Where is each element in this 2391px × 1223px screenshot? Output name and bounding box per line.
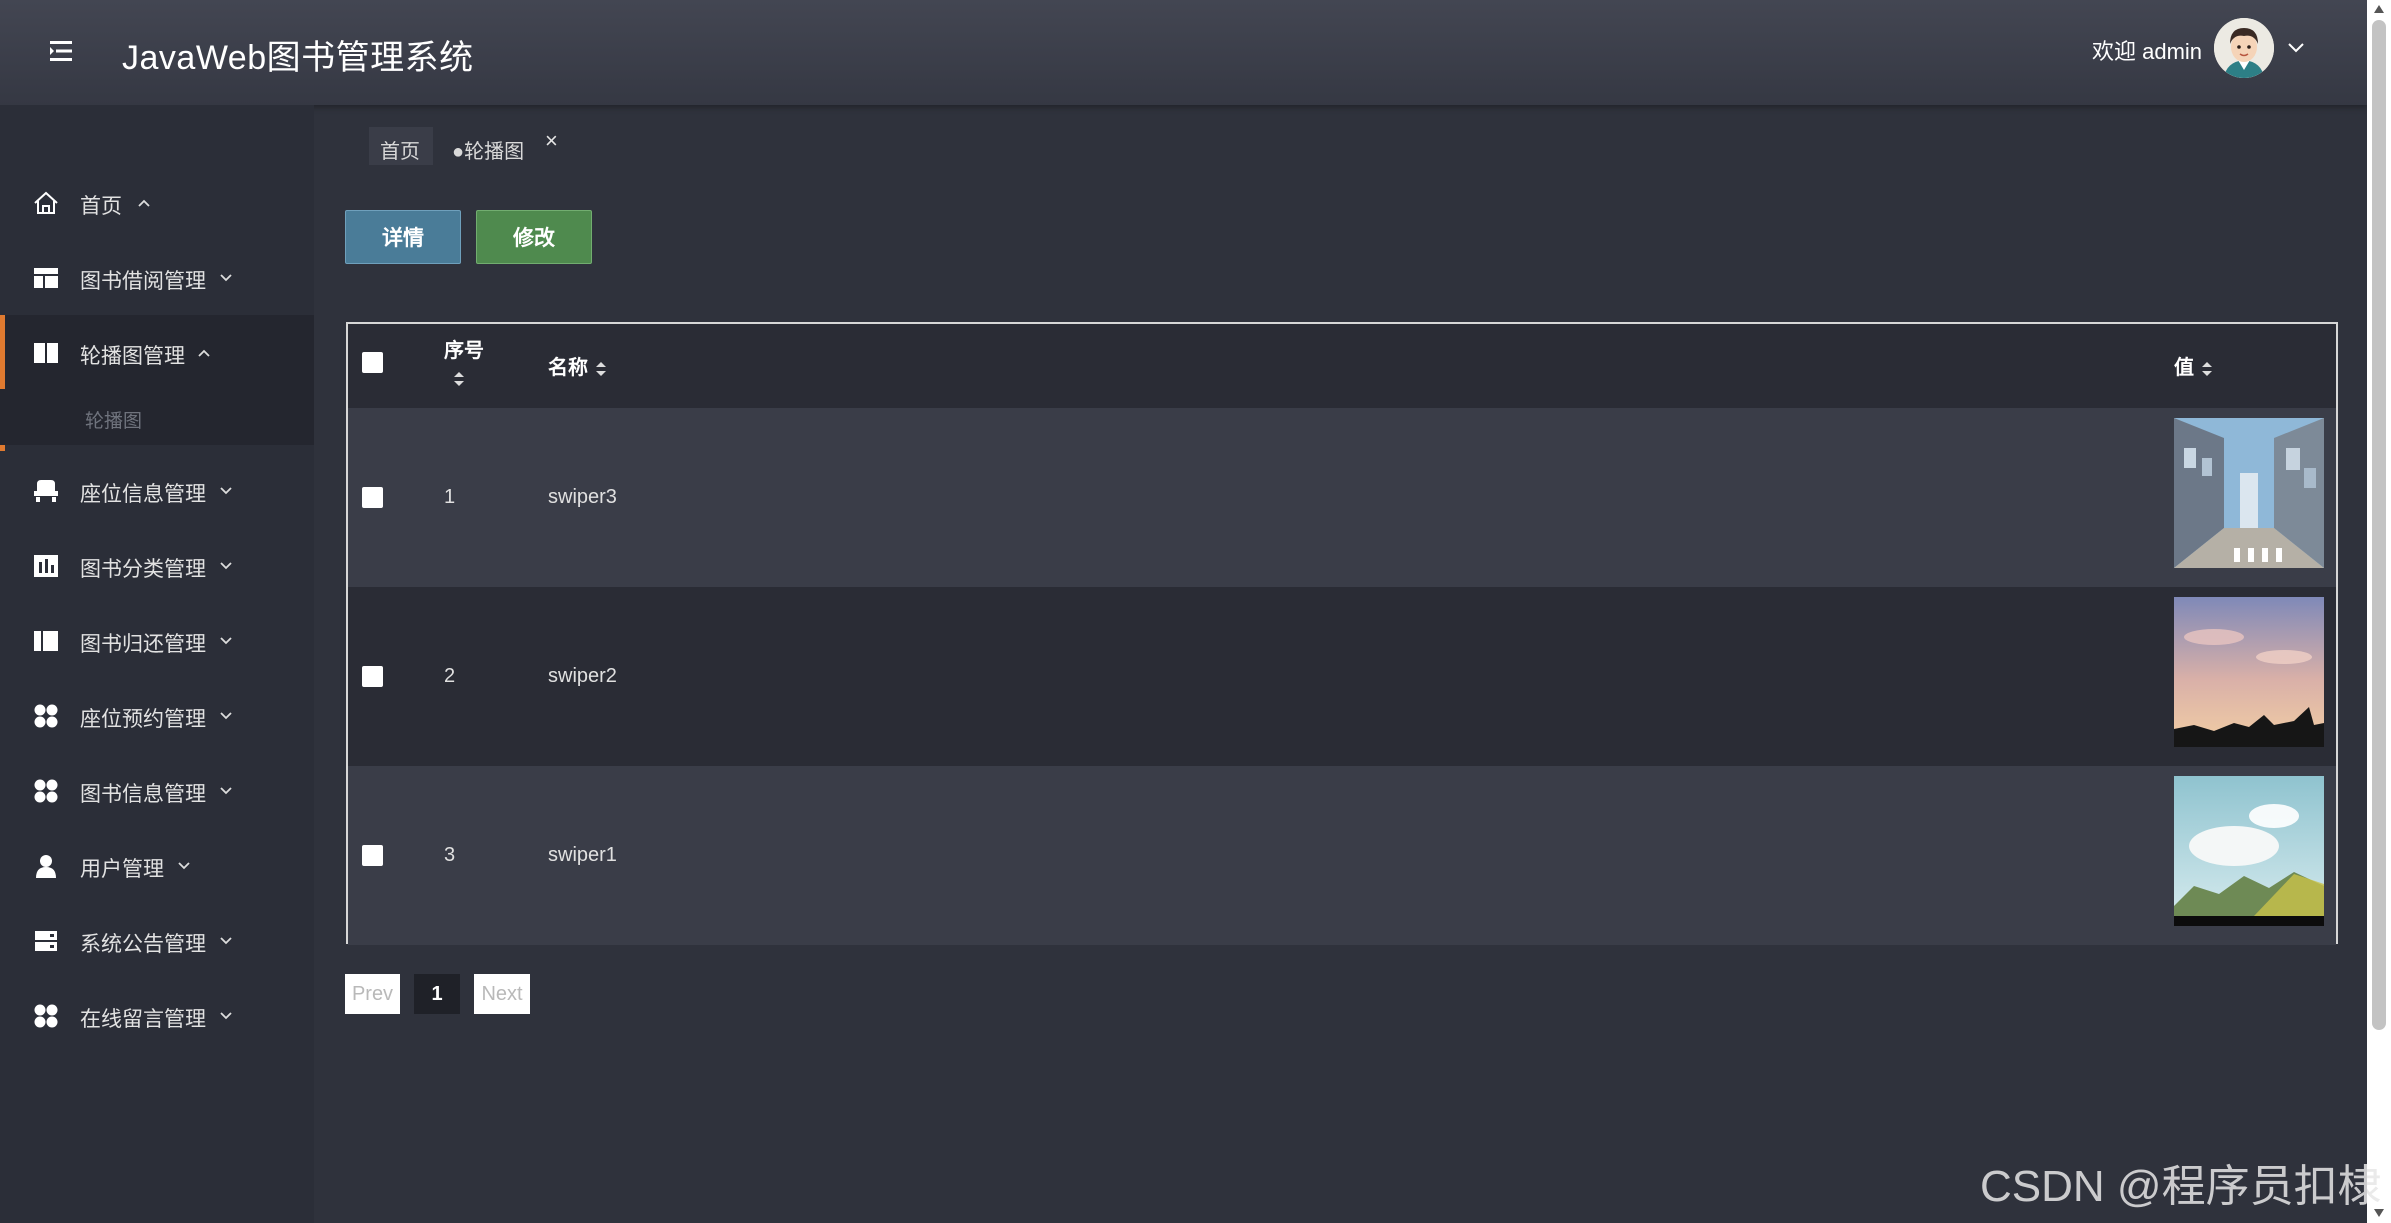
sort-icon[interactable]	[594, 359, 608, 379]
sidebar-item-label: 图书分类管理	[80, 558, 206, 581]
chevron-down-icon	[218, 559, 234, 571]
sidebar-subitem-carousel[interactable]: 轮播图	[0, 389, 314, 445]
chevron-down-icon	[218, 1009, 234, 1021]
seat-icon	[32, 478, 60, 504]
chevron-down-icon	[218, 484, 234, 496]
sidebar: 首页 图书借阅管理 轮播图管理 轮播图 座位信息管理 图书分类管理 图书归还管理…	[0, 105, 314, 1223]
detail-button[interactable]: 详情	[345, 210, 461, 264]
sidebar-item-seat-info[interactable]: 座位信息管理	[0, 453, 314, 527]
chevron-up-icon	[196, 346, 212, 358]
tab-home[interactable]: 首页	[369, 127, 433, 165]
chevron-down-icon	[218, 934, 234, 946]
table-header: 序号 名称 值	[348, 324, 2336, 408]
row-name: swiper1	[548, 844, 617, 866]
sidebar-item-home[interactable]: 首页	[0, 165, 314, 239]
sidebar-item-label: 座位预约管理	[80, 708, 206, 731]
sidebar-item-users[interactable]: 用户管理	[0, 828, 314, 902]
sidebar-item-borrow[interactable]: 图书借阅管理	[0, 240, 314, 314]
row-checkbox[interactable]	[362, 666, 383, 687]
user-icon	[32, 853, 60, 879]
page-number-button[interactable]: 1	[414, 974, 460, 1014]
prev-page-button[interactable]: Prev	[345, 974, 400, 1014]
sidebar-item-label: 座位信息管理	[80, 483, 206, 506]
column-header-label: 值	[2174, 357, 2194, 379]
sort-icon[interactable]	[452, 369, 466, 389]
tab-carousel[interactable]: ●轮播图	[440, 127, 532, 165]
column-header-label: 序号	[444, 340, 484, 362]
column-header-value[interactable]: 值	[2174, 351, 2214, 380]
column-header-index[interactable]: 序号	[444, 334, 484, 389]
app-title: JavaWeb图书管理系统	[122, 39, 474, 77]
column-header-name[interactable]: 名称	[548, 351, 608, 380]
sidebar-item-label: 图书归还管理	[80, 633, 206, 656]
close-icon[interactable]: ×	[545, 128, 558, 154]
mountain-clouds-image[interactable]	[2174, 776, 2324, 926]
sidebar-item-label: 在线留言管理	[80, 1008, 206, 1031]
next-page-button[interactable]: Next	[474, 974, 530, 1014]
chevron-down-icon	[218, 784, 234, 796]
home-icon	[32, 190, 60, 216]
sidebar-item-seat-booking[interactable]: 座位预约管理	[0, 678, 314, 752]
sort-icon[interactable]	[2200, 359, 2214, 379]
grid-dots-icon	[32, 1003, 60, 1029]
layout-icon	[32, 265, 60, 291]
server-icon	[32, 928, 60, 954]
chevron-down-icon[interactable]	[2286, 40, 2306, 54]
book-return-icon	[32, 628, 60, 654]
row-index: 3	[444, 844, 456, 866]
sidebar-item-label: 首页	[80, 195, 122, 218]
column-header-label: 名称	[548, 357, 588, 379]
sidebar-item-carousel[interactable]: 轮播图管理	[0, 315, 314, 451]
welcome-text: 欢迎 admin	[2092, 39, 2203, 64]
scrollbar-thumb[interactable]	[2372, 20, 2386, 1030]
row-name: swiper2	[548, 665, 617, 687]
chevron-up-icon	[136, 196, 152, 208]
scroll-up-icon[interactable]	[2373, 4, 2385, 14]
table-row[interactable]: 1 swiper3	[348, 408, 2336, 587]
avatar[interactable]	[2214, 18, 2274, 78]
row-index: 1	[444, 486, 456, 508]
sidebar-item-messages[interactable]: 在线留言管理	[0, 978, 314, 1052]
grid-dots-icon	[32, 778, 60, 804]
top-header: JavaWeb图书管理系统 欢迎 admin	[0, 0, 2367, 105]
sidebar-item-return[interactable]: 图书归还管理	[0, 603, 314, 677]
sidebar-subitem-label: 轮播图	[85, 411, 143, 432]
sidebar-item-label: 图书借阅管理	[80, 270, 206, 293]
sidebar-item-label: 系统公告管理	[80, 933, 206, 956]
table-row[interactable]: 2 swiper2	[348, 587, 2336, 766]
table-row[interactable]: 3 swiper1	[348, 766, 2336, 945]
sidebar-item-label: 用户管理	[80, 858, 164, 881]
grid-dots-icon	[32, 703, 60, 729]
row-checkbox[interactable]	[362, 845, 383, 866]
row-checkbox[interactable]	[362, 487, 383, 508]
chevron-down-icon	[176, 859, 192, 871]
sidebar-item-announcements[interactable]: 系统公告管理	[0, 903, 314, 977]
sidebar-item-label: 轮播图管理	[80, 345, 185, 368]
row-index: 2	[444, 665, 456, 687]
chevron-down-icon	[218, 634, 234, 646]
chevron-down-icon	[218, 271, 234, 283]
sidebar-item-book-info[interactable]: 图书信息管理	[0, 753, 314, 827]
sidebar-item-category[interactable]: 图书分类管理	[0, 528, 314, 602]
city-street-image[interactable]	[2174, 418, 2324, 568]
menu-toggle-icon[interactable]	[44, 36, 78, 66]
watermark: CSDN @程序员扣棣	[1980, 1162, 2382, 1211]
tab-label: ●轮播图	[452, 141, 525, 163]
data-table: 序号 名称 值 1 swiper3 2 swiper2 3 swiper1	[346, 322, 2338, 945]
sidebar-item-label: 图书信息管理	[80, 783, 206, 806]
edit-button[interactable]: 修改	[476, 210, 592, 264]
sunset-sky-image[interactable]	[2174, 597, 2324, 747]
select-all-checkbox[interactable]	[362, 352, 383, 373]
chevron-down-icon	[218, 709, 234, 721]
tab-label: 首页	[380, 141, 420, 163]
chart-icon	[32, 553, 60, 579]
vertical-scrollbar[interactable]	[2367, 0, 2391, 1223]
book-icon	[32, 340, 60, 366]
row-name: swiper3	[548, 486, 617, 508]
